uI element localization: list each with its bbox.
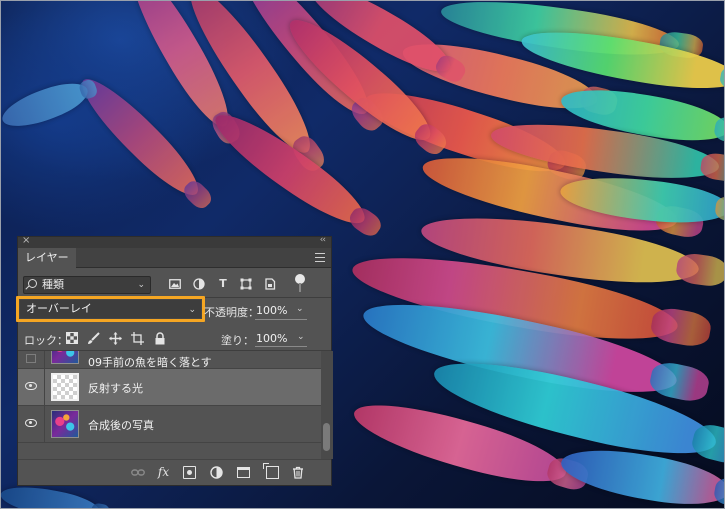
search-icon	[28, 279, 37, 288]
collapse-icon[interactable]: ‹‹	[320, 235, 326, 245]
text-filter-icon[interactable]: T	[217, 278, 229, 290]
adjustment-layer-icon[interactable]	[210, 466, 223, 479]
fx-icon[interactable]: fx	[157, 466, 170, 479]
chevron-down-icon[interactable]: ⌄	[297, 332, 305, 342]
lock-image-pixels-icon[interactable]	[87, 332, 100, 345]
layer-row[interactable]: 合成後の写真	[18, 406, 321, 443]
lock-all-icon[interactable]	[153, 332, 166, 345]
panel-bottom-bar: fx	[18, 459, 331, 485]
group-folder-icon[interactable]	[237, 467, 250, 478]
opacity-underline	[255, 319, 307, 320]
layer-filter-row: 種類 ⌄ T	[18, 274, 331, 296]
blend-opacity-row: オーバーレイ ⌄ 不透明度： 100% ⌄	[16, 296, 331, 326]
layer-name: 反射する光	[88, 382, 143, 395]
visibility-off-box[interactable]	[26, 354, 36, 363]
filter-kind-select[interactable]: 種類 ⌄	[23, 276, 151, 294]
layer-name: 09手前の魚を暗く落とす	[88, 356, 212, 369]
eye-icon[interactable]	[25, 382, 37, 390]
eye-icon[interactable]	[25, 419, 37, 427]
filter-kind-label: 種類	[42, 278, 64, 291]
chevron-down-icon[interactable]: ⌄	[296, 304, 304, 314]
new-layer-icon[interactable]	[263, 463, 279, 479]
layer-name: 合成後の写真	[88, 419, 154, 432]
opacity-field[interactable]: 100%	[256, 304, 287, 317]
link-icon[interactable]	[131, 466, 145, 479]
panel-tabbar: レイヤー	[18, 248, 331, 268]
smart-object-filter-icon[interactable]	[264, 278, 276, 290]
chevron-down-icon: ⌄	[137, 280, 145, 290]
panel-titlebar: × ‹‹	[18, 235, 331, 248]
visibility-cell[interactable]	[18, 369, 45, 405]
lock-artboard-icon[interactable]	[131, 332, 144, 345]
lock-fill-row: ロック： 塗り： 100% ⌄	[18, 329, 331, 349]
layers-scrollbar[interactable]	[321, 351, 333, 459]
lock-transparent-pixels-icon[interactable]	[65, 332, 78, 345]
trash-icon[interactable]	[291, 466, 304, 479]
layers-list: 09手前の魚を暗く落とす 反射する光 合成後の写真	[18, 351, 321, 459]
layer-thumbnail	[51, 373, 79, 401]
layer-thumbnail	[51, 410, 79, 438]
opacity-label: 不透明度：	[204, 306, 259, 319]
visibility-cell[interactable]	[18, 351, 45, 368]
layer-row[interactable]: 反射する光	[18, 369, 321, 406]
panel-menu-icon[interactable]	[315, 253, 325, 262]
lock-label: ロック：	[24, 334, 68, 347]
layers-panel: × ‹‹ レイヤー 種類 ⌄ T オーバーレイ ⌄ 不透明度： 100% ⌄ ロ…	[16, 235, 333, 486]
lock-position-icon[interactable]	[109, 332, 122, 345]
blend-mode-select[interactable]: オーバーレイ ⌄	[16, 296, 205, 322]
layer-row[interactable]: 09手前の魚を暗く落とす	[18, 351, 321, 369]
blend-mode-value: オーバーレイ	[26, 302, 92, 315]
shape-filter-icon[interactable]	[240, 278, 252, 290]
filter-toggle[interactable]	[295, 274, 305, 294]
visibility-cell[interactable]	[18, 406, 45, 442]
image-filter-icon[interactable]	[169, 278, 181, 290]
mask-icon[interactable]	[183, 466, 196, 479]
fill-field[interactable]: 100%	[256, 332, 287, 345]
adjustment-filter-icon[interactable]	[193, 278, 205, 290]
fill-underline	[255, 346, 307, 347]
fish-shape	[0, 75, 93, 135]
close-icon[interactable]: ×	[22, 235, 30, 246]
fill-label: 塗り：	[221, 334, 254, 347]
layer-thumbnail	[51, 351, 79, 364]
scrollbar-thumb[interactable]	[323, 423, 330, 451]
chevron-down-icon: ⌄	[188, 305, 196, 315]
tab-layers[interactable]: レイヤー	[18, 248, 76, 268]
toggle-track	[299, 283, 301, 292]
